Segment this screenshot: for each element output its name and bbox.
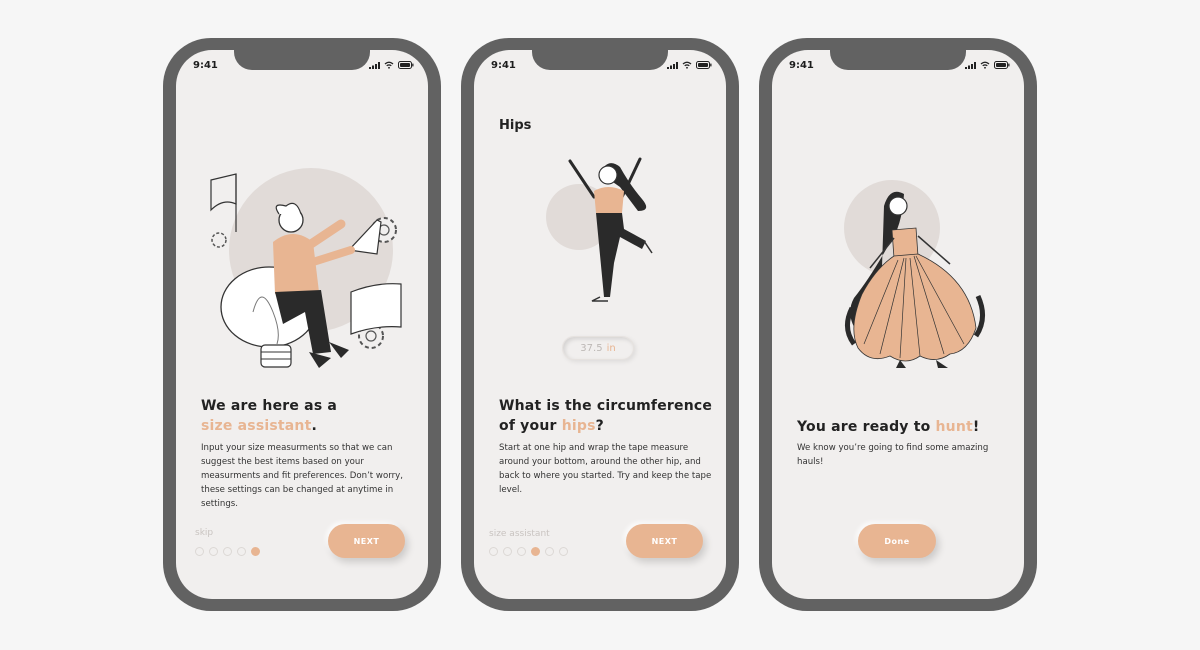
phone-frame-3: 9:41 You are ready to hunt! We know you’… bbox=[759, 38, 1037, 611]
screen-title: Hips bbox=[499, 118, 532, 133]
size-assistant-link[interactable]: size assistant bbox=[489, 529, 550, 539]
hips-heading: What is the circumference of your hips? bbox=[499, 396, 714, 436]
skip-link[interactable]: skip bbox=[195, 528, 213, 538]
wifi-icon bbox=[384, 61, 394, 69]
measurement-unit: in bbox=[606, 342, 616, 354]
measurement-value: 37.5 bbox=[580, 342, 603, 354]
status-time: 9:41 bbox=[193, 60, 218, 71]
ready-heading-end: ! bbox=[972, 419, 980, 435]
next-button[interactable]: NEXT bbox=[626, 524, 703, 558]
phone-frame-2: 9:41 Hips 37.5 in What is the circumfere… bbox=[461, 38, 739, 611]
battery-icon bbox=[696, 61, 712, 69]
hips-body: Start at one hip and wrap the tape measu… bbox=[499, 443, 712, 495]
ready-heading: You are ready to hunt! bbox=[797, 417, 1012, 437]
notch bbox=[234, 50, 370, 70]
intro-heading-accent: size assistant bbox=[201, 418, 312, 434]
phone-frame-1: 9:41 We are here as a size assistant. In… bbox=[163, 38, 441, 611]
notch bbox=[532, 50, 668, 70]
onboarding-screen-hips: 9:41 Hips 37.5 in What is the circumfere… bbox=[474, 50, 726, 599]
progress-dots bbox=[489, 547, 568, 556]
progress-dot-active bbox=[251, 547, 260, 556]
measurement-display: 37.5 in bbox=[562, 336, 634, 360]
progress-dot-active bbox=[531, 547, 540, 556]
battery-icon bbox=[398, 61, 414, 69]
progress-dot bbox=[545, 547, 554, 556]
status-time: 9:41 bbox=[789, 60, 814, 71]
wifi-icon bbox=[682, 61, 692, 69]
progress-dot bbox=[195, 547, 204, 556]
status-icons bbox=[965, 61, 1010, 69]
onboarding-screen-ready: 9:41 You are ready to hunt! We know you’… bbox=[772, 50, 1024, 599]
progress-dot bbox=[489, 547, 498, 556]
intro-heading: We are here as a size assistant. bbox=[201, 396, 416, 436]
hips-heading-pre: of your bbox=[499, 418, 562, 434]
notch bbox=[830, 50, 966, 70]
onboarding-screen-intro: 9:41 We are here as a size assistant. In… bbox=[176, 50, 428, 599]
progress-dot bbox=[223, 547, 232, 556]
progress-dot bbox=[503, 547, 512, 556]
size-assistant-illustration bbox=[210, 168, 402, 368]
ready-body: We know you’re going to find some amazin… bbox=[797, 443, 989, 467]
hips-heading-end: ? bbox=[595, 418, 604, 434]
signal-icon bbox=[965, 61, 976, 69]
intro-body: Input your size measurments so that we c… bbox=[201, 443, 403, 509]
progress-dot bbox=[559, 547, 568, 556]
intro-heading-end: . bbox=[311, 418, 318, 434]
progress-dots bbox=[195, 547, 260, 556]
progress-dot bbox=[237, 547, 246, 556]
hips-heading-line1: What is the circumference bbox=[499, 398, 713, 414]
status-time: 9:41 bbox=[491, 60, 516, 71]
battery-icon bbox=[994, 61, 1010, 69]
status-icons bbox=[369, 61, 414, 69]
progress-dot bbox=[209, 547, 218, 556]
progress-dot bbox=[517, 547, 526, 556]
hips-woman-illustration bbox=[546, 157, 653, 302]
intro-heading-line1: We are here as a bbox=[201, 398, 338, 414]
done-button[interactable]: Done bbox=[858, 524, 936, 558]
status-icons bbox=[667, 61, 712, 69]
signal-icon bbox=[667, 61, 678, 69]
wifi-icon bbox=[980, 61, 990, 69]
signal-icon bbox=[369, 61, 380, 69]
ready-heading-pre: You are ready to bbox=[797, 419, 936, 435]
next-button[interactable]: NEXT bbox=[328, 524, 405, 558]
ball-gown-illustration bbox=[844, 180, 985, 368]
ready-heading-accent: hunt bbox=[935, 419, 973, 435]
hips-heading-accent: hips bbox=[561, 418, 596, 434]
